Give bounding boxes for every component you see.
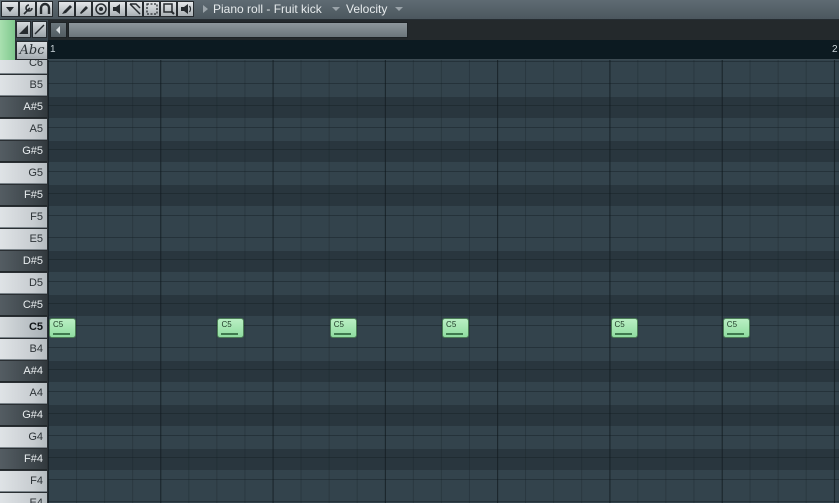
brush-icon[interactable] [75,1,92,17]
piano-key-g-sharp4[interactable]: G#4 [0,405,47,426]
note[interactable]: C5 [329,318,357,338]
piano-key-g4[interactable]: G4 [0,427,47,448]
bar-label: 2 [832,44,838,55]
wrench-icon[interactable] [19,1,36,17]
line-tool-icon[interactable] [32,21,47,38]
piano-key-c5[interactable]: C5 [0,317,47,338]
zoom-icon[interactable] [160,1,177,17]
slice-icon[interactable] [126,1,143,17]
mute-icon[interactable] [109,1,126,17]
piano-key-g-sharp5[interactable]: G#5 [0,141,47,162]
note-grid[interactable]: C5 C5 C5 C5 C5 C5 [48,60,839,503]
title-arrow-icon[interactable] [203,5,208,13]
piano-key-f4[interactable]: F4 [0,471,47,492]
ramp-tool-icon[interactable] [16,21,31,38]
piano-key-b4[interactable]: B4 [0,339,47,360]
menu-icon[interactable] [1,1,19,17]
note[interactable]: C5 [722,318,750,338]
select-icon[interactable] [143,1,160,17]
grid-row-shade [48,185,839,206]
scrollbar-thumb[interactable] [68,22,408,38]
note-names-button[interactable]: Abc [16,41,48,60]
playback-icon[interactable] [177,1,194,17]
grid-row-shade [48,141,839,162]
note[interactable]: C5 [442,318,470,338]
piano-key-f-sharp4[interactable]: F#4 [0,449,47,470]
piano-key-a5[interactable]: A5 [0,119,47,140]
grid-row-shade [48,295,839,316]
note-label: C5 [446,320,457,329]
grid-row-shade [48,405,839,426]
note[interactable]: C5 [217,318,245,338]
note-label: C5 [614,320,625,329]
pencil-icon[interactable] [58,1,75,17]
piano-key-f5[interactable]: F5 [0,207,47,228]
note-label: C5 [726,320,738,329]
horizontal-scrollbar[interactable] [48,20,839,40]
note-label: C5 [53,320,64,329]
scroll-left-icon[interactable] [50,22,67,38]
note-velocity-bar [221,333,239,335]
piano-key-b5[interactable]: B5 [0,75,47,96]
note[interactable]: C5 [610,318,638,338]
delete-icon[interactable] [92,1,109,17]
grid-row-shade [48,97,839,118]
piano-key-a-sharp5[interactable]: A#5 [0,97,47,118]
piano-key-e4[interactable]: E4 [0,493,47,503]
chevron-down-icon[interactable] [395,7,403,11]
piano-key-f-sharp5[interactable]: F#5 [0,185,47,206]
note-velocity-bar [614,333,632,335]
piano-key-c-sharp5[interactable]: C#5 [0,295,47,316]
note-label: C5 [333,320,344,329]
piano-key-d-sharp5[interactable]: D#5 [0,251,47,272]
color-strip [0,20,16,60]
grid-row-shade [48,449,839,470]
grid-row-shade [48,251,839,272]
chevron-down-icon[interactable] [332,7,340,11]
bar-label: 1 [50,44,56,55]
magnet-icon[interactable] [36,1,53,17]
note[interactable]: C5 [49,318,76,338]
piano-key-e5[interactable]: E5 [0,229,47,250]
piano-key-g5[interactable]: G5 [0,163,47,184]
note-velocity-bar [333,333,351,335]
note-velocity-bar [726,333,744,335]
note-velocity-bar [446,333,464,335]
window-title[interactable]: Piano roll - Fruit kick [213,2,322,16]
piano-keyboard[interactable]: C6 B5 A#5 A5 G#5 G5 F#5 F5 E5 D#5 D5 C#5 C5 B4 A#4 A4 G#… [0,60,48,503]
timeline-ruler[interactable]: 1 2 [48,40,839,60]
piano-key-a4[interactable]: A4 [0,383,47,404]
corner-tools [16,20,48,40]
note-velocity-bar [53,333,70,335]
piano-key-a-sharp4[interactable]: A#4 [0,361,47,382]
target-control-label[interactable]: Velocity [346,2,387,16]
note-label: C5 [221,320,232,329]
piano-roll-toolbar: Piano roll - Fruit kick Velocity [0,0,839,20]
piano-key-c6[interactable]: C6 [0,60,47,74]
grid-row-shade [48,361,839,382]
piano-key-d5[interactable]: D5 [0,273,47,294]
